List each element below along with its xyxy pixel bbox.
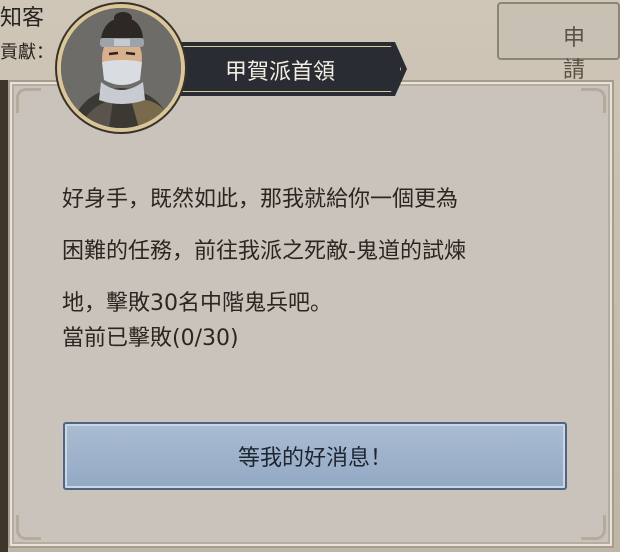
background-subtitle: 貢獻： xyxy=(0,42,54,63)
portrait-art xyxy=(61,8,181,128)
quest-dialog: 好身手，既然如此，那我就給你一個更為 困難的任務，前往我派之死敵-鬼道的試煉 地… xyxy=(8,80,614,548)
corner-ornament xyxy=(16,515,41,540)
confirm-button[interactable]: 等我的好消息！ xyxy=(63,422,567,490)
npc-name: 甲賀派首領 xyxy=(225,60,336,85)
corner-ornament xyxy=(581,88,606,113)
confirm-button-label: 等我的好消息！ xyxy=(237,446,392,471)
background-title: 知客 xyxy=(0,6,45,31)
quest-message: 好身手，既然如此，那我就給你一個更為 困難的任務，前往我派之死敵-鬼道的試煉 地… xyxy=(62,187,466,316)
background-apply-label: 申 請 xyxy=(563,26,594,83)
quest-progress: 當前已擊敗(0/30) xyxy=(62,326,239,351)
background-apply-button[interactable]: 申 請 xyxy=(497,2,620,83)
corner-ornament xyxy=(16,88,41,113)
corner-ornament xyxy=(581,515,606,540)
ninja-leader-portrait-icon xyxy=(57,4,185,132)
background-left-strip xyxy=(0,80,8,552)
